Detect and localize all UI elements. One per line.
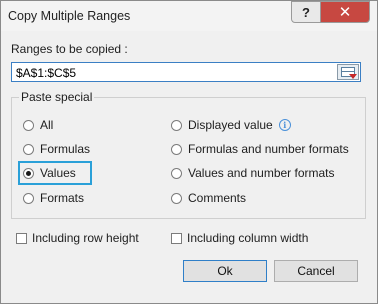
radio-values[interactable]: Values xyxy=(23,165,76,181)
checkbox-row-height[interactable]: Including row height xyxy=(16,230,139,246)
radio-label: Formats xyxy=(40,191,85,205)
range-select-button[interactable] xyxy=(337,64,359,80)
radio-circle xyxy=(23,192,34,204)
help-button[interactable]: ? xyxy=(291,1,321,23)
checkbox-box xyxy=(171,232,182,244)
radio-label: All xyxy=(40,118,54,132)
radio-label: Values and number formats xyxy=(188,166,335,180)
help-icon: ? xyxy=(302,4,310,20)
radio-circle xyxy=(23,143,34,155)
radio-all[interactable]: All xyxy=(23,117,53,133)
close-icon: ✕ xyxy=(338,4,352,21)
radio-label: Displayed value xyxy=(188,118,273,132)
checkbox-box xyxy=(16,232,27,244)
radio-values-number-formats[interactable]: Values and number formats xyxy=(171,165,335,181)
radio-label: Formulas and number formats xyxy=(188,142,349,156)
ok-button[interactable]: Ok xyxy=(183,260,267,282)
checkbox-label: Including column width xyxy=(187,231,309,245)
radio-circle xyxy=(171,119,182,131)
radio-comments[interactable]: Comments xyxy=(171,190,246,206)
close-button[interactable]: ✕ xyxy=(320,1,370,23)
radio-circle-checked xyxy=(23,167,34,179)
radio-label: Values xyxy=(40,166,76,180)
radio-formulas-number-formats[interactable]: Formulas and number formats xyxy=(171,141,349,157)
radio-displayed-value[interactable]: Displayed value i xyxy=(171,117,291,133)
paste-special-legend: Paste special xyxy=(19,90,95,104)
dialog-title: Copy Multiple Ranges xyxy=(8,9,131,23)
radio-label: Comments xyxy=(188,191,247,205)
radio-circle xyxy=(171,143,182,155)
range-label: Ranges to be copied : xyxy=(11,42,128,56)
radio-circle xyxy=(171,192,182,204)
radio-circle xyxy=(23,119,34,131)
checkbox-column-width[interactable]: Including column width xyxy=(171,230,308,246)
radio-circle xyxy=(171,167,182,179)
radio-formulas[interactable]: Formulas xyxy=(23,141,90,157)
radio-formats[interactable]: Formats xyxy=(23,190,84,206)
cancel-button[interactable]: Cancel xyxy=(274,260,358,282)
title-bar: Copy Multiple Ranges ? ✕ xyxy=(1,1,377,31)
radio-label: Formulas xyxy=(40,142,91,156)
arrow-icon xyxy=(349,74,357,79)
range-input[interactable]: $A$1:$C$5 xyxy=(11,62,361,82)
checkbox-label: Including row height xyxy=(32,231,139,245)
info-icon[interactable]: i xyxy=(278,119,291,131)
copy-multiple-ranges-dialog: Copy Multiple Ranges ? ✕ Ranges to be co… xyxy=(0,0,378,304)
range-value: $A$1:$C$5 xyxy=(16,66,77,80)
